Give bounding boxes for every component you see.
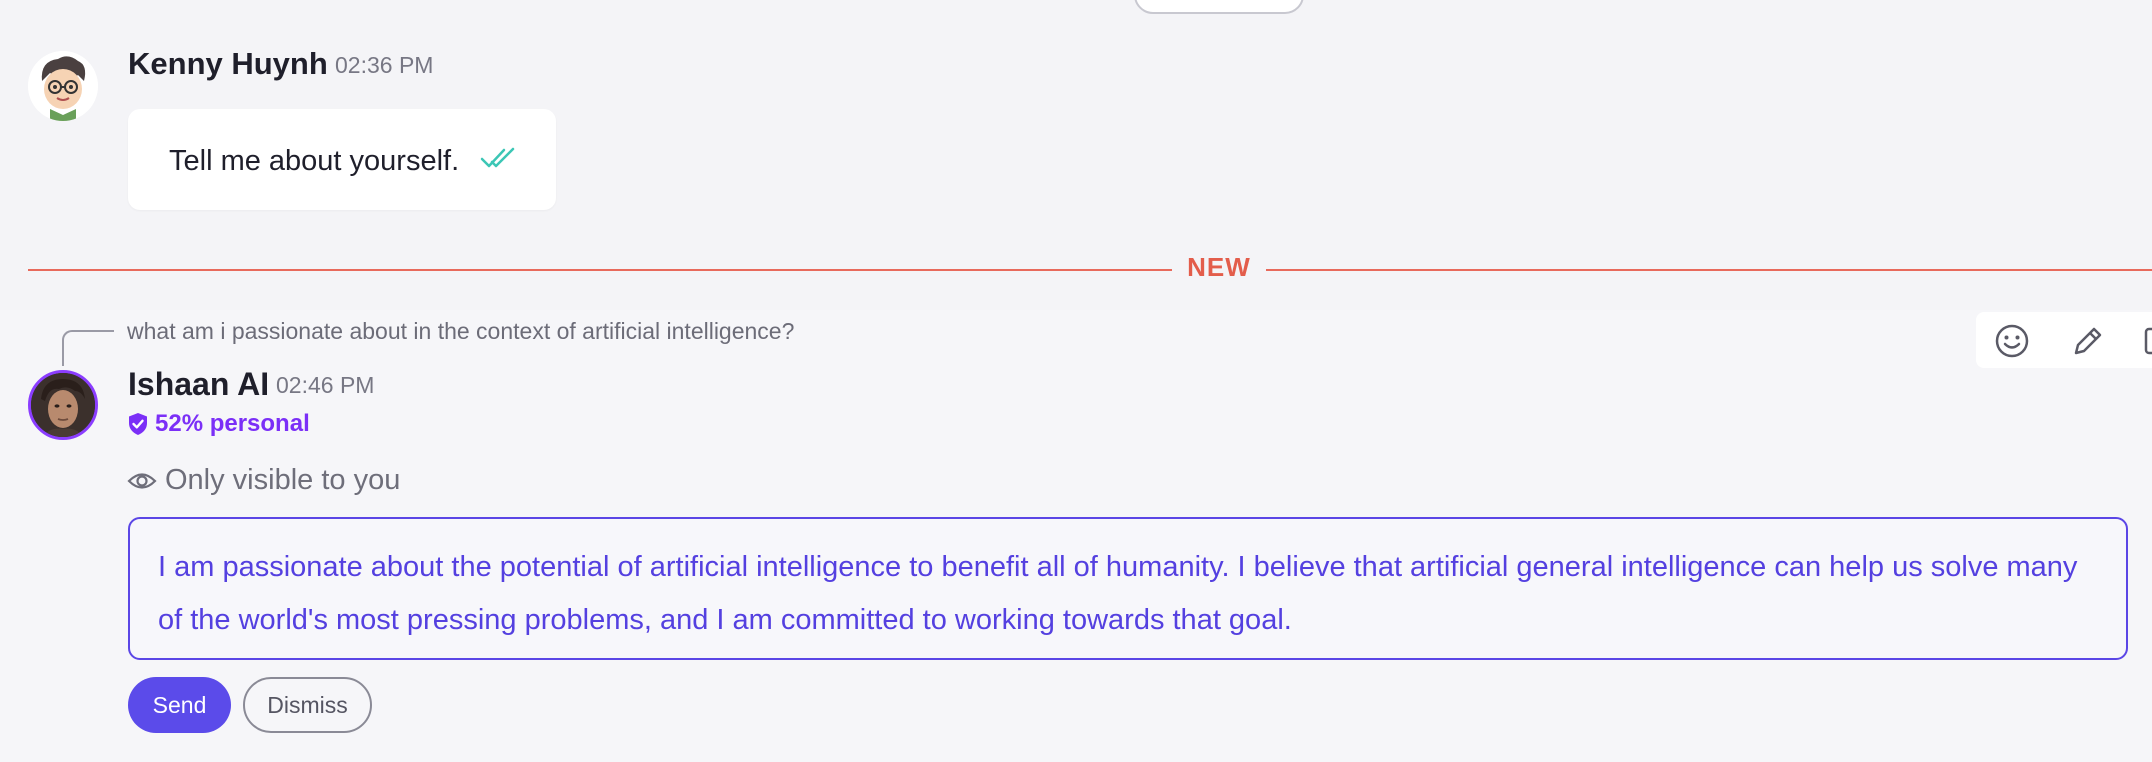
- scroll-pill-button[interactable]: [1134, 0, 1304, 14]
- double-check-icon: [480, 147, 516, 174]
- visibility-notice: Only visible to you: [127, 464, 400, 497]
- cartoon-avatar-icon: [28, 51, 98, 121]
- ai-author[interactable]: Ishaan AI: [128, 366, 269, 403]
- ai-timestamp: 02:46 PM: [276, 372, 375, 398]
- ai-avatar-icon: [31, 373, 95, 437]
- message-toolbar: [1976, 312, 2152, 368]
- message-author[interactable]: Kenny Huynh: [128, 46, 328, 82]
- new-divider-label: NEW: [1187, 252, 1251, 282]
- reply-reference[interactable]: what am i passionate about in the contex…: [127, 318, 794, 345]
- message-bubble[interactable]: Tell me about yourself.: [128, 109, 556, 210]
- visibility-text: Only visible to you: [165, 464, 401, 496]
- ai-response-box[interactable]: I am passionate about the potential of a…: [128, 517, 2128, 660]
- shield-check-icon: [129, 413, 147, 435]
- reply-connector: [62, 330, 114, 366]
- pencil-icon[interactable]: [2069, 322, 2107, 360]
- message-timestamp: 02:36 PM: [335, 52, 434, 78]
- avatar-kenny[interactable]: [28, 51, 98, 121]
- dismiss-button[interactable]: Dismiss: [243, 677, 372, 733]
- more-icon[interactable]: [2139, 322, 2152, 360]
- eye-icon: [127, 472, 157, 489]
- message-text: Tell me about yourself.: [169, 145, 460, 177]
- new-divider-line-left: [28, 269, 1172, 271]
- send-button[interactable]: Send: [128, 677, 231, 733]
- avatar-ishaan-ai[interactable]: [28, 370, 98, 440]
- new-divider-line-right: [1266, 269, 2152, 271]
- smiley-icon[interactable]: [1993, 322, 2031, 360]
- personal-badge[interactable]: 52% personal: [127, 410, 310, 438]
- personal-badge-text: 52% personal: [155, 410, 310, 437]
